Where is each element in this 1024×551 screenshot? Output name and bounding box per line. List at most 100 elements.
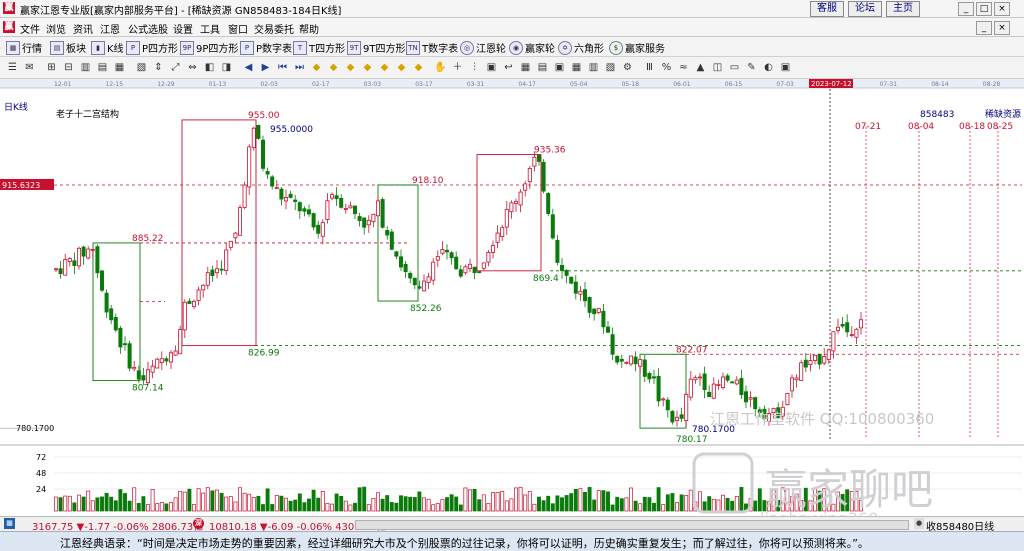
volume-bar-125 xyxy=(629,487,633,512)
t-number-button[interactable]: TN T数字表 xyxy=(406,40,458,55)
drawing-tool-6-icon[interactable]: ▤ xyxy=(96,61,109,74)
p-number-button[interactable]: P P数字表 xyxy=(240,40,292,55)
minimize-button[interactable]: _ xyxy=(958,2,974,16)
sector-button[interactable]: ▤ 板块 xyxy=(50,40,86,55)
label-807: 807.14 xyxy=(132,384,164,394)
drawing-tool-3-icon[interactable]: ⊞ xyxy=(45,61,58,74)
drawing-tool-26-icon[interactable]: ＋ xyxy=(451,61,464,74)
gann-quote: 江恩经典语录：“时间是决定市场走势的重要因素，经过详细研究大市及个别股票的过往记… xyxy=(60,537,869,550)
drawing-tool-13-icon[interactable]: ◨ xyxy=(220,61,233,74)
candle-body-152 xyxy=(753,397,758,410)
drawing-tool-11-icon[interactable]: ⇔ xyxy=(186,61,199,74)
drawing-tool-37-icon[interactable]: Ⅲ xyxy=(643,61,656,74)
candle-body-104 xyxy=(532,156,537,167)
drawing-tool-38-icon[interactable]: % xyxy=(660,61,673,74)
winner-service-button[interactable]: $ 赢家服务 xyxy=(609,40,665,55)
9t-square-button[interactable]: 9T 9T四方形 xyxy=(347,40,405,55)
drawing-tool-41-icon[interactable]: ◫ xyxy=(711,61,724,74)
drawing-tool-14-icon[interactable]: ◀ xyxy=(242,61,255,74)
menu-gann[interactable]: 江恩 xyxy=(100,21,120,36)
period-label: 日K线 xyxy=(4,101,28,113)
candle-body-73 xyxy=(389,231,394,250)
hexagon-button[interactable]: ✡ 六角形 xyxy=(558,40,604,55)
drawing-tool-34-icon[interactable]: ▥ xyxy=(587,61,600,74)
drawing-tool-28-icon[interactable]: ▣ xyxy=(485,61,498,74)
drawing-tool-27-icon[interactable]: ⫶ xyxy=(468,61,481,74)
drawing-tool-40-icon[interactable]: ▲ xyxy=(694,61,707,74)
menu-tools[interactable]: 工具 xyxy=(200,21,220,36)
kline-button[interactable]: ▮ K线 xyxy=(91,40,124,55)
drawing-tool-21-icon[interactable]: ◆ xyxy=(361,61,374,74)
drawing-tool-15-icon[interactable]: ▶ xyxy=(259,61,272,74)
drawing-tool-24-icon[interactable]: ◆ xyxy=(412,61,425,74)
maximize-button[interactable]: □ xyxy=(976,2,992,16)
chart-svg[interactable]: 12-01 12-15 12-29 01-13 02-03 02-17 03-03 03-17… xyxy=(0,79,1024,516)
menu-info[interactable]: 资讯 xyxy=(73,21,93,36)
menu-browse[interactable]: 浏览 xyxy=(46,21,66,36)
p-square-button[interactable]: P P四方形 xyxy=(126,40,178,55)
9p-square-button[interactable]: 9P 9P四方形 xyxy=(180,40,238,55)
drawing-tool-35-icon[interactable]: ▧ xyxy=(604,61,617,74)
forum-link[interactable]: 论坛 xyxy=(848,1,882,17)
drawing-tool-19-icon[interactable]: ◆ xyxy=(327,61,340,74)
drawing-tool-2-icon[interactable]: ✉ xyxy=(23,61,36,74)
menu-settings[interactable]: 设置 xyxy=(173,21,193,36)
drawing-tool-33-icon[interactable]: ▦ xyxy=(570,61,583,74)
mdi-minimize-button[interactable]: _ xyxy=(976,21,992,35)
volume-bar-91 xyxy=(472,489,477,512)
menu-trade[interactable]: 交易委托 xyxy=(254,21,294,36)
overlay-title: 老子十二宫结构 xyxy=(56,108,119,120)
volume-bar-31 xyxy=(196,488,201,512)
drawing-tool-4-icon[interactable]: ⊟ xyxy=(62,61,75,74)
home-link[interactable]: 主页 xyxy=(886,1,920,17)
t-square-button[interactable]: T T四方形 xyxy=(293,40,345,55)
drawing-tool-7-icon[interactable]: ▦ xyxy=(113,61,126,74)
volume-bar-42 xyxy=(247,493,252,512)
drawing-tool-32-icon[interactable]: ▣ xyxy=(553,61,566,74)
drawing-tool-20-icon[interactable]: ◆ xyxy=(344,61,357,74)
drawing-tool-5-icon[interactable]: ▥ xyxy=(79,61,92,74)
quote-button[interactable]: ▦ 行情 xyxy=(6,40,42,55)
drawing-tool-18-icon[interactable]: ◆ xyxy=(310,61,323,74)
drawing-tool-1-icon[interactable]: ☰ xyxy=(6,61,19,74)
mdi-close-button[interactable]: × xyxy=(994,21,1010,35)
drawing-tool-9-icon[interactable]: ⇕ xyxy=(152,61,165,74)
horizontal-scrollbar[interactable] xyxy=(355,520,909,530)
winner-wheel-button[interactable]: ◉ 赢家轮 xyxy=(509,40,555,55)
drawing-tool-22-icon[interactable]: ◆ xyxy=(378,61,391,74)
date-tick-02-17: 02-17 xyxy=(312,81,330,88)
candle-body-72 xyxy=(385,230,390,236)
menu-file[interactable]: 文件 xyxy=(20,21,40,36)
drawing-tool-44-icon[interactable]: ◐ xyxy=(762,61,775,74)
volume-bar-47 xyxy=(270,504,275,512)
service-link[interactable]: 客服 xyxy=(810,1,844,17)
volume-bar-38 xyxy=(228,496,233,512)
menu-formula[interactable]: 公式选股 xyxy=(128,21,168,36)
drawing-tool-31-icon[interactable]: ▤ xyxy=(536,61,549,74)
volume-bar-72 xyxy=(385,495,390,512)
volume-bar-52 xyxy=(293,499,298,512)
drawing-tool-30-icon[interactable]: ▦ xyxy=(519,61,532,74)
drawing-tool-12-icon[interactable]: ◧ xyxy=(203,61,216,74)
close-button[interactable]: × xyxy=(994,2,1010,16)
candle-icon: ▮ xyxy=(91,40,105,55)
drawing-tool-17-icon[interactable]: ⏭ xyxy=(293,61,306,74)
drawing-tool-10-icon[interactable]: ⤢ xyxy=(169,61,182,74)
drawing-tool-29-icon[interactable]: ↩ xyxy=(502,61,515,74)
drawing-tool-43-icon[interactable]: ✎ xyxy=(745,61,758,74)
gann-wheel-button[interactable]: ◎ 江恩轮 xyxy=(460,40,506,55)
drawing-tool-16-icon[interactable]: ⏮ xyxy=(276,61,289,74)
drawing-tool-45-icon[interactable]: ▣ xyxy=(779,61,792,74)
drawing-tool-42-icon[interactable]: ▭ xyxy=(728,61,741,74)
menu-help[interactable]: 帮助 xyxy=(299,21,319,36)
drawing-tool-8-icon[interactable]: ▧ xyxy=(135,61,148,74)
drawing-tool-39-icon[interactable]: ≈ xyxy=(677,61,690,74)
candle-body-124 xyxy=(624,361,629,364)
candle-body-165 xyxy=(813,354,818,361)
drawing-tool-25-icon[interactable]: ✋ xyxy=(434,61,447,74)
kline-chart[interactable]: 12-01 12-15 12-29 01-13 02-03 02-17 03-03 03-17… xyxy=(0,79,1024,516)
drawing-tool-36-icon[interactable]: ⚙ xyxy=(621,61,634,74)
drawing-tool-23-icon[interactable]: ◆ xyxy=(395,61,408,74)
candle-body-138 xyxy=(688,378,693,398)
menu-window[interactable]: 窗口 xyxy=(228,21,248,36)
